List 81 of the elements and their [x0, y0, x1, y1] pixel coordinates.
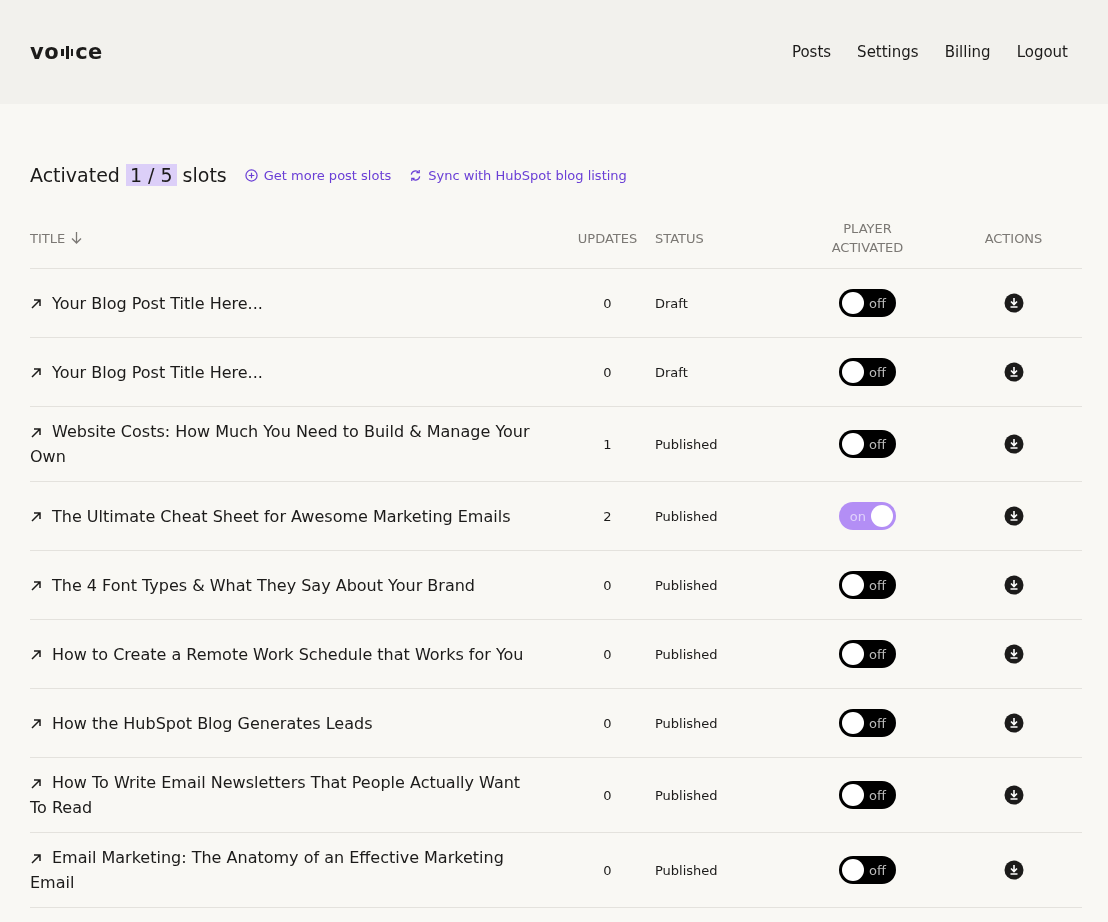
- diagonal-arrow-icon: [30, 298, 42, 310]
- player-toggle[interactable]: off: [839, 640, 896, 668]
- download-icon: [1003, 434, 1024, 454]
- player-toggle[interactable]: off: [839, 571, 896, 599]
- updates-count: 0: [602, 862, 613, 878]
- column-header[interactable]: ACTIONS: [945, 228, 1082, 248]
- column-header[interactable]: UPDATES: [560, 228, 655, 248]
- player-toggle[interactable]: off: [839, 781, 896, 809]
- logo-text: vo: [30, 40, 60, 64]
- diagonal-arrow-icon: [30, 852, 42, 865]
- nav-link[interactable]: Posts: [791, 43, 832, 61]
- diagonal-arrow-icon: [30, 718, 42, 730]
- updates-count: 0: [602, 577, 613, 593]
- diagonal-arrow-icon: [30, 580, 42, 592]
- player-toggle[interactable]: off: [839, 709, 896, 737]
- status-text: Published: [655, 436, 719, 452]
- diagonal-arrow-icon: [30, 367, 42, 379]
- post-title-link[interactable]: How to Create a Remote Work Schedule that Works for You: [30, 641, 560, 667]
- download-button[interactable]: [1003, 362, 1024, 382]
- post-title-link[interactable]: How To Write Email Newsletters That People Actually Want To Read: [30, 770, 560, 820]
- updates-count: 0: [602, 787, 613, 803]
- download-icon: [1003, 506, 1024, 526]
- download-button[interactable]: [1003, 713, 1024, 733]
- download-icon: [1003, 860, 1024, 880]
- nav-link[interactable]: Billing: [944, 43, 991, 61]
- sync-link[interactable]: Sync with HubSpot blog listing: [409, 167, 627, 183]
- download-icon: [1003, 785, 1024, 805]
- nav-link[interactable]: Logout: [1016, 43, 1068, 61]
- post-title-link[interactable]: Your Blog Post Title Here...: [30, 290, 560, 316]
- status-text: Published: [655, 508, 719, 524]
- player-toggle[interactable]: off: [839, 856, 896, 884]
- download-icon: [1003, 575, 1024, 595]
- player-toggle[interactable]: off: [839, 358, 896, 386]
- post-title-link[interactable]: The Ultimate Cheat Sheet for Awesome Marketing Emails: [30, 503, 560, 529]
- download-icon: [1003, 644, 1024, 664]
- column-header[interactable]: TITLE: [30, 228, 560, 248]
- download-button[interactable]: [1003, 785, 1024, 805]
- nav-link[interactable]: Settings: [857, 43, 919, 61]
- add-slots-link[interactable]: Get more post slots: [244, 167, 392, 183]
- sync-icon: [409, 168, 423, 182]
- diagonal-arrow-icon: [30, 649, 42, 661]
- heading-text: Activated: [30, 164, 120, 186]
- download-icon: [1003, 293, 1024, 313]
- post-title-link[interactable]: Your Blog Post Title Here...: [30, 359, 560, 385]
- updates-count: 2: [602, 508, 613, 524]
- post-title-link[interactable]: The 4 Font Types & What They Say About Your Brand: [30, 572, 560, 598]
- post-title-link[interactable]: Website Costs: How Much You Need to Build & Manage Your Own: [30, 419, 560, 469]
- updates-count: 0: [602, 364, 613, 380]
- download-button[interactable]: [1003, 575, 1024, 595]
- column-header[interactable]: PLAYER ACTIVATED: [790, 219, 945, 257]
- download-icon: [1003, 362, 1024, 382]
- diagonal-arrow-icon: [30, 511, 42, 523]
- download-button[interactable]: [1003, 506, 1024, 526]
- slot-count: 1 / 5: [125, 164, 177, 186]
- download-button[interactable]: [1003, 860, 1024, 880]
- heading-text: slots: [182, 164, 227, 186]
- plus-circle-icon: [244, 168, 258, 182]
- updates-count: 0: [602, 646, 613, 662]
- diagonal-arrow-icon: [30, 426, 42, 439]
- download-button[interactable]: [1003, 644, 1024, 664]
- column-header[interactable]: STATUS: [655, 228, 790, 248]
- post-title-link[interactable]: Email Marketing: The Anatomy of an Effective Marketing Email: [30, 845, 560, 895]
- updates-count: 0: [602, 715, 613, 731]
- download-button[interactable]: [1003, 434, 1024, 454]
- status-text: Published: [655, 715, 719, 731]
- status-text: Published: [655, 577, 719, 593]
- updates-count: 1: [602, 436, 613, 452]
- updates-count: 0: [602, 295, 613, 311]
- bars-logo-icon: [61, 45, 74, 59]
- player-toggle[interactable]: off: [839, 430, 896, 458]
- status-text: Published: [655, 646, 719, 662]
- download-icon: [1003, 713, 1024, 733]
- post-title-link[interactable]: How the HubSpot Blog Generates Leads: [30, 710, 560, 736]
- logo-text: ce: [75, 40, 103, 64]
- download-button[interactable]: [1003, 293, 1024, 313]
- status-text: Published: [655, 787, 719, 803]
- status-text: Draft: [655, 295, 689, 311]
- diagonal-arrow-icon: [30, 777, 42, 790]
- status-text: Draft: [655, 364, 689, 380]
- player-toggle[interactable]: off: [839, 289, 896, 317]
- status-text: Published: [655, 862, 719, 878]
